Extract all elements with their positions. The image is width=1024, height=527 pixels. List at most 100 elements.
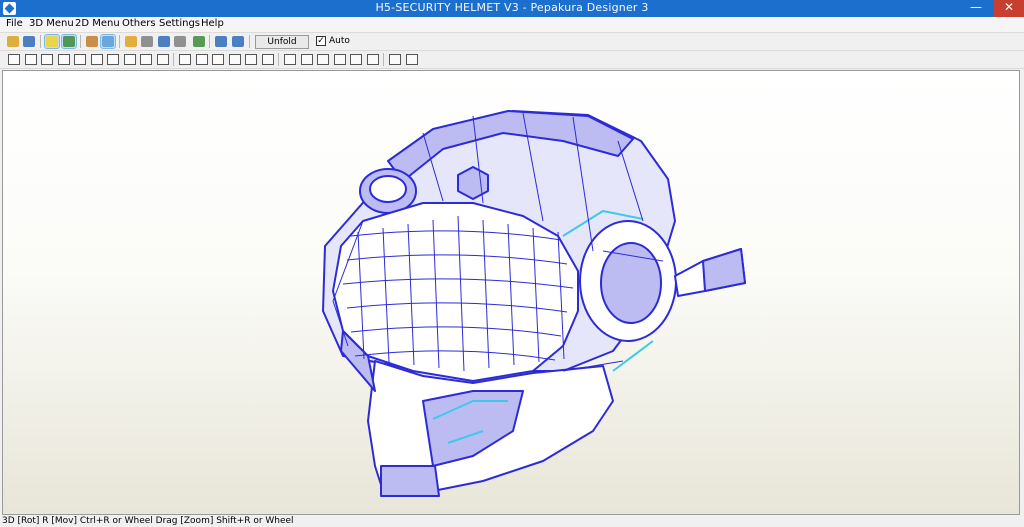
- parts-icon[interactable]: [173, 35, 187, 48]
- align-center-icon[interactable]: [300, 53, 314, 66]
- globe-icon-glyph: [193, 36, 205, 47]
- align-middle-icon[interactable]: [349, 53, 363, 66]
- align-bottom-icon-glyph: [366, 54, 379, 65]
- layout-grid-icon[interactable]: [195, 53, 209, 66]
- align-left-icon-glyph: [284, 54, 296, 65]
- anchor-icon-glyph: [158, 36, 170, 47]
- box-icon-glyph: [86, 36, 98, 47]
- toolbar-separator: [209, 35, 210, 48]
- page-setup-icon-glyph: [261, 54, 274, 65]
- rotate-icon[interactable]: [24, 53, 38, 66]
- menu-settings[interactable]: Settings: [159, 18, 200, 29]
- globe-icon[interactable]: [192, 35, 206, 48]
- auto-label: Auto: [329, 36, 350, 46]
- image-icon-glyph: [107, 54, 119, 65]
- close-button[interactable]: ✕: [994, 0, 1024, 17]
- minimize-button[interactable]: —: [964, 0, 988, 17]
- select-icon[interactable]: [7, 53, 21, 66]
- toolbar-separator: [383, 53, 384, 66]
- toolbar-separator: [173, 53, 174, 66]
- main-toolbar: Unfold ✓ Auto: [0, 33, 1024, 51]
- page-icon-glyph: [228, 54, 241, 65]
- toolbar-separator: [40, 35, 41, 48]
- open-file-icon[interactable]: [6, 35, 20, 48]
- menu-bar: File 3D Menu 2D Menu Others Settings Hel…: [0, 17, 1024, 33]
- rotate-icon-glyph: [24, 54, 37, 65]
- save-icon[interactable]: [22, 35, 36, 48]
- menu-others[interactable]: Others: [122, 18, 156, 29]
- move-icon-glyph: [123, 54, 136, 65]
- redo-icon-glyph: [156, 54, 169, 65]
- hex-bolt: [457, 166, 489, 200]
- join-edge-icon[interactable]: [57, 53, 71, 66]
- texture-cube-icon[interactable]: [61, 34, 77, 49]
- pencil-icon[interactable]: [124, 35, 138, 48]
- image-icon[interactable]: [106, 53, 120, 66]
- align-middle-icon-glyph: [350, 54, 362, 65]
- toolbar-separator: [249, 35, 250, 48]
- box-icon[interactable]: [85, 35, 99, 48]
- paper-plane-icon-glyph: [102, 36, 114, 47]
- page-icon[interactable]: [228, 53, 242, 66]
- split-icon-glyph: [74, 54, 86, 65]
- title-bar: H5-SECURITY HELMET V3 - Pepakura Designe…: [0, 0, 1024, 17]
- layout-part-icon[interactable]: [211, 53, 225, 66]
- text-icon-glyph: [90, 54, 103, 65]
- cylinder-icon[interactable]: [140, 35, 154, 48]
- align-top-icon-glyph: [333, 54, 346, 65]
- edit-toolbar: [0, 51, 1024, 69]
- align-left-icon[interactable]: [283, 53, 297, 66]
- paper-plane-icon[interactable]: [100, 34, 116, 49]
- zoom-out-icon-glyph: [405, 54, 418, 65]
- undo-icon[interactable]: [139, 53, 153, 66]
- menu-help[interactable]: Help: [201, 18, 224, 29]
- undo-icon-glyph: [140, 54, 152, 65]
- window-title: H5-SECURITY HELMET V3 - Pepakura Designe…: [375, 1, 649, 14]
- align-right-icon[interactable]: [316, 53, 330, 66]
- layout-icon[interactable]: [178, 53, 192, 66]
- zoom-in-icon[interactable]: [388, 53, 402, 66]
- toolbar-separator: [80, 35, 81, 48]
- unfold-button[interactable]: Unfold: [255, 35, 309, 49]
- window-split-icon[interactable]: [231, 35, 245, 48]
- flap-icon-glyph: [41, 54, 53, 65]
- antenna-tip: [702, 248, 746, 292]
- window-single-icon[interactable]: [214, 35, 228, 48]
- split-icon[interactable]: [73, 53, 87, 66]
- zoom-in-icon-glyph: [389, 54, 401, 65]
- pencil-icon-glyph: [125, 36, 137, 47]
- chin-vent: [380, 465, 440, 497]
- layout-part-icon-glyph: [212, 54, 224, 65]
- auto-check-mark[interactable]: ✓: [316, 36, 326, 46]
- layout-grid-icon-glyph: [195, 54, 208, 65]
- top-bolt-inner: [369, 175, 407, 203]
- align-center-icon-glyph: [300, 54, 313, 65]
- ear-disc-inner: [600, 242, 662, 324]
- menu-2d[interactable]: 2D Menu: [75, 18, 120, 29]
- menu-3d[interactable]: 3D Menu: [29, 18, 74, 29]
- page-setup-icon[interactable]: [261, 53, 275, 66]
- save-icon-glyph: [23, 36, 35, 47]
- light-bulb-icon[interactable]: [44, 34, 60, 49]
- align-top-icon[interactable]: [333, 53, 347, 66]
- move-icon[interactable]: [123, 53, 137, 66]
- redo-icon[interactable]: [156, 53, 170, 66]
- align-bottom-icon[interactable]: [366, 53, 380, 66]
- status-bar: 3D [Rot] R [Mov] Ctrl+R or Wheel Drag [Z…: [0, 516, 1024, 527]
- cylinder-icon-glyph: [141, 36, 153, 47]
- toolbar-separator: [119, 35, 120, 48]
- light-bulb-icon-glyph: [46, 36, 58, 47]
- parts-icon-glyph: [174, 36, 186, 47]
- join-edge-icon-glyph: [57, 54, 70, 65]
- anchor-icon[interactable]: [157, 35, 171, 48]
- flap-icon[interactable]: [40, 53, 54, 66]
- helmet-model[interactable]: [3, 71, 1019, 514]
- print-icon[interactable]: [244, 53, 258, 66]
- text-icon[interactable]: [90, 53, 104, 66]
- zoom-out-icon[interactable]: [405, 53, 419, 66]
- window-single-icon-glyph: [215, 36, 227, 47]
- open-file-icon-glyph: [7, 36, 19, 47]
- 3d-viewport[interactable]: [2, 70, 1020, 515]
- window-split-icon-glyph: [232, 36, 244, 47]
- menu-file[interactable]: File: [6, 18, 23, 29]
